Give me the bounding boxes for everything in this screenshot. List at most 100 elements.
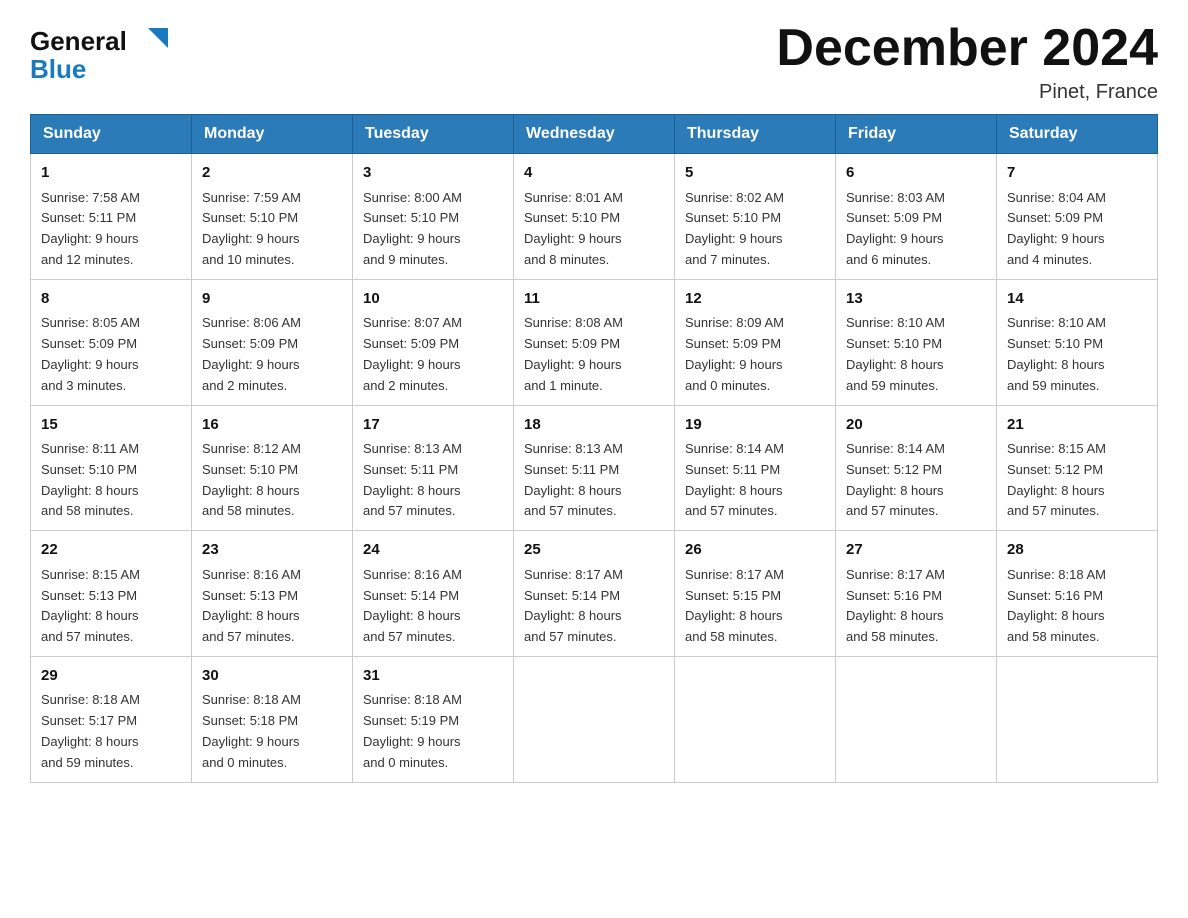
day-number: 7 (1007, 162, 1147, 185)
page-header: General Blue December 2024 Pinet, France (30, 20, 1158, 104)
day-number: 28 (1007, 539, 1147, 562)
day-number: 20 (846, 414, 986, 437)
day-number: 10 (363, 288, 503, 311)
calendar-week-4: 22 Sunrise: 8:15 AMSunset: 5:13 PMDayligh… (31, 531, 1158, 657)
day-number: 29 (41, 665, 181, 688)
day-info: Sunrise: 7:58 AMSunset: 5:11 PMDaylight:… (41, 188, 181, 271)
col-tuesday: Tuesday (353, 115, 514, 154)
day-info: Sunrise: 8:15 AMSunset: 5:13 PMDaylight:… (41, 565, 181, 648)
calendar-cell (997, 656, 1158, 782)
calendar-cell: 12Sunrise: 8:09 AMSunset: 5:09 PMDayligh… (675, 279, 836, 405)
calendar-cell: 9Sunrise: 8:06 AMSunset: 5:09 PMDaylight… (192, 279, 353, 405)
day-info: Sunrise: 8:14 AMSunset: 5:11 PMDaylight:… (685, 439, 825, 522)
calendar-header: Sunday Monday Tuesday Wednesday Thursday… (31, 115, 1158, 154)
calendar-week-3: 15Sunrise: 8:11 AMSunset: 5:10 PMDayligh… (31, 405, 1158, 531)
day-number: 6 (846, 162, 986, 185)
calendar-cell: 25 Sunrise: 8:17 AMSunset: 5:14 PMDayligh… (514, 531, 675, 657)
calendar-week-1: 1 Sunrise: 7:58 AMSunset: 5:11 PMDaylight… (31, 154, 1158, 280)
day-number: 12 (685, 288, 825, 311)
day-info: Sunrise: 8:09 AMSunset: 5:09 PMDaylight:… (685, 313, 825, 396)
day-info: Sunrise: 8:07 AMSunset: 5:09 PMDaylight:… (363, 313, 503, 396)
day-number: 1 (41, 162, 181, 185)
logo-svg: General Blue (30, 20, 180, 85)
day-info: Sunrise: 8:08 AMSunset: 5:09 PMDaylight:… (524, 313, 664, 396)
calendar-cell: 23 Sunrise: 8:16 AMSunset: 5:13 PMDayligh… (192, 531, 353, 657)
day-info: Sunrise: 8:18 AMSunset: 5:18 PMDaylight:… (202, 690, 342, 773)
calendar-body: 1 Sunrise: 7:58 AMSunset: 5:11 PMDaylight… (31, 154, 1158, 782)
day-number: 3 (363, 162, 503, 185)
day-number: 22 (41, 539, 181, 562)
header-row: Sunday Monday Tuesday Wednesday Thursday… (31, 115, 1158, 154)
day-number: 5 (685, 162, 825, 185)
col-sunday: Sunday (31, 115, 192, 154)
day-info: Sunrise: 8:05 AMSunset: 5:09 PMDaylight:… (41, 313, 181, 396)
day-number: 4 (524, 162, 664, 185)
day-info: Sunrise: 8:18 AMSunset: 5:19 PMDaylight:… (363, 690, 503, 773)
day-info: Sunrise: 8:11 AMSunset: 5:10 PMDaylight:… (41, 439, 181, 522)
title-area: December 2024 Pinet, France (776, 20, 1158, 104)
day-number: 11 (524, 288, 664, 311)
day-number: 25 (524, 539, 664, 562)
day-info: Sunrise: 8:00 AMSunset: 5:10 PMDaylight:… (363, 188, 503, 271)
day-number: 23 (202, 539, 342, 562)
day-info: Sunrise: 8:03 AMSunset: 5:09 PMDaylight:… (846, 188, 986, 271)
day-info: Sunrise: 7:59 AMSunset: 5:10 PMDaylight:… (202, 188, 342, 271)
day-number: 2 (202, 162, 342, 185)
day-info: Sunrise: 8:13 AMSunset: 5:11 PMDaylight:… (524, 439, 664, 522)
day-info: Sunrise: 8:18 AMSunset: 5:17 PMDaylight:… (41, 690, 181, 773)
calendar-cell: 13Sunrise: 8:10 AMSunset: 5:10 PMDayligh… (836, 279, 997, 405)
calendar-cell: 3 Sunrise: 8:00 AMSunset: 5:10 PMDaylight… (353, 154, 514, 280)
day-info: Sunrise: 8:14 AMSunset: 5:12 PMDaylight:… (846, 439, 986, 522)
day-number: 26 (685, 539, 825, 562)
calendar-cell: 27 Sunrise: 8:17 AMSunset: 5:16 PMDayligh… (836, 531, 997, 657)
calendar-cell: 7 Sunrise: 8:04 AMSunset: 5:09 PMDaylight… (997, 154, 1158, 280)
day-info: Sunrise: 8:15 AMSunset: 5:12 PMDaylight:… (1007, 439, 1147, 522)
month-title: December 2024 (776, 20, 1158, 77)
day-info: Sunrise: 8:01 AMSunset: 5:10 PMDaylight:… (524, 188, 664, 271)
calendar-week-5: 29Sunrise: 8:18 AMSunset: 5:17 PMDayligh… (31, 656, 1158, 782)
day-info: Sunrise: 8:18 AMSunset: 5:16 PMDaylight:… (1007, 565, 1147, 648)
col-wednesday: Wednesday (514, 115, 675, 154)
day-info: Sunrise: 8:13 AMSunset: 5:11 PMDaylight:… (363, 439, 503, 522)
day-info: Sunrise: 8:17 AMSunset: 5:14 PMDaylight:… (524, 565, 664, 648)
calendar-cell: 15Sunrise: 8:11 AMSunset: 5:10 PMDayligh… (31, 405, 192, 531)
day-info: Sunrise: 8:16 AMSunset: 5:13 PMDaylight:… (202, 565, 342, 648)
calendar-cell: 18Sunrise: 8:13 AMSunset: 5:11 PMDayligh… (514, 405, 675, 531)
day-number: 19 (685, 414, 825, 437)
day-info: Sunrise: 8:02 AMSunset: 5:10 PMDaylight:… (685, 188, 825, 271)
col-monday: Monday (192, 115, 353, 154)
col-thursday: Thursday (675, 115, 836, 154)
day-info: Sunrise: 8:17 AMSunset: 5:16 PMDaylight:… (846, 565, 986, 648)
day-number: 9 (202, 288, 342, 311)
day-info: Sunrise: 8:04 AMSunset: 5:09 PMDaylight:… (1007, 188, 1147, 271)
day-number: 14 (1007, 288, 1147, 311)
calendar-cell: 6 Sunrise: 8:03 AMSunset: 5:09 PMDaylight… (836, 154, 997, 280)
calendar-cell: 29Sunrise: 8:18 AMSunset: 5:17 PMDayligh… (31, 656, 192, 782)
logo: General Blue (30, 20, 180, 85)
calendar-cell: 20Sunrise: 8:14 AMSunset: 5:12 PMDayligh… (836, 405, 997, 531)
col-saturday: Saturday (997, 115, 1158, 154)
day-info: Sunrise: 8:17 AMSunset: 5:15 PMDaylight:… (685, 565, 825, 648)
calendar-table: Sunday Monday Tuesday Wednesday Thursday… (30, 114, 1158, 782)
calendar-cell: 5 Sunrise: 8:02 AMSunset: 5:10 PMDaylight… (675, 154, 836, 280)
calendar-cell: 24Sunrise: 8:16 AMSunset: 5:14 PMDayligh… (353, 531, 514, 657)
day-number: 13 (846, 288, 986, 311)
calendar-cell: 28 Sunrise: 8:18 AMSunset: 5:16 PMDayligh… (997, 531, 1158, 657)
calendar-cell: 16Sunrise: 8:12 AMSunset: 5:10 PMDayligh… (192, 405, 353, 531)
calendar-cell: 14Sunrise: 8:10 AMSunset: 5:10 PMDayligh… (997, 279, 1158, 405)
calendar-cell (675, 656, 836, 782)
day-number: 18 (524, 414, 664, 437)
day-number: 30 (202, 665, 342, 688)
calendar-cell: 8Sunrise: 8:05 AMSunset: 5:09 PMDaylight… (31, 279, 192, 405)
calendar-week-2: 8Sunrise: 8:05 AMSunset: 5:09 PMDaylight… (31, 279, 1158, 405)
calendar-cell: 30Sunrise: 8:18 AMSunset: 5:18 PMDayligh… (192, 656, 353, 782)
calendar-cell: 4 Sunrise: 8:01 AMSunset: 5:10 PMDaylight… (514, 154, 675, 280)
day-number: 27 (846, 539, 986, 562)
location: Pinet, France (776, 81, 1158, 104)
day-number: 8 (41, 288, 181, 311)
day-info: Sunrise: 8:12 AMSunset: 5:10 PMDaylight:… (202, 439, 342, 522)
calendar-cell (836, 656, 997, 782)
calendar-cell (514, 656, 675, 782)
day-info: Sunrise: 8:06 AMSunset: 5:09 PMDaylight:… (202, 313, 342, 396)
calendar-cell: 10Sunrise: 8:07 AMSunset: 5:09 PMDayligh… (353, 279, 514, 405)
